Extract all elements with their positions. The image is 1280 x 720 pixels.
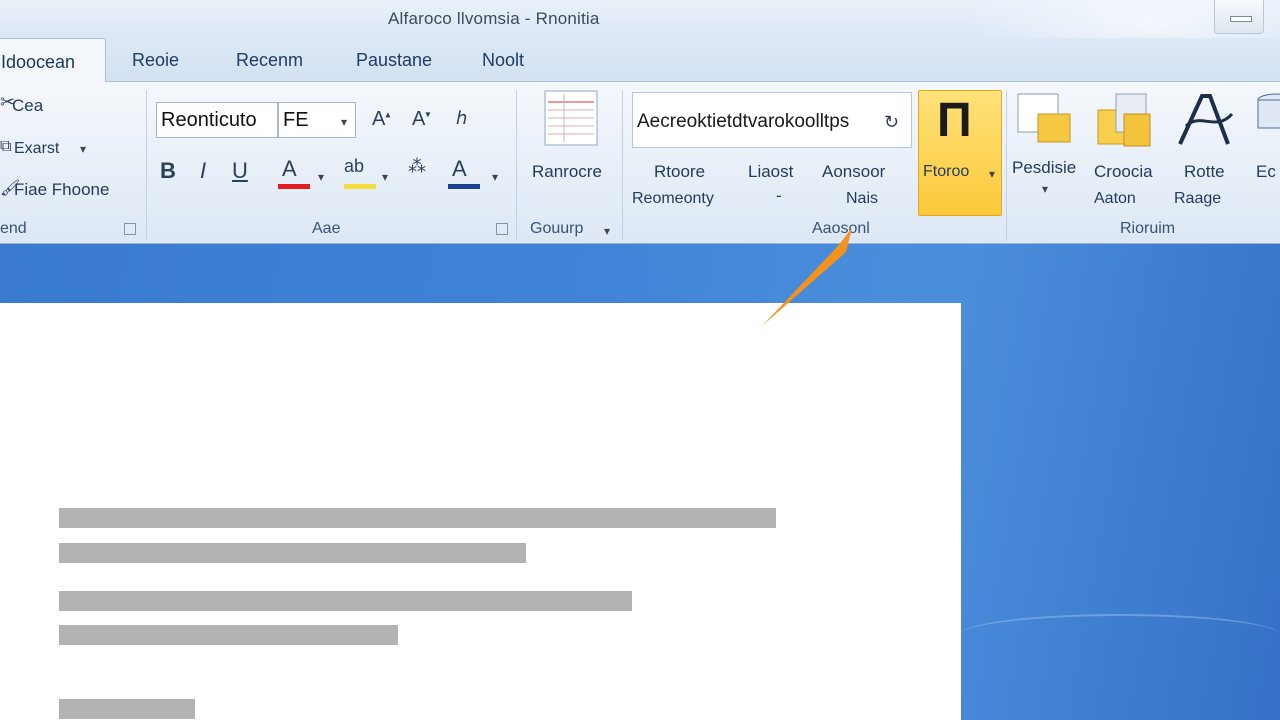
background-wave xyxy=(960,614,1280,656)
copy-button[interactable]: Exarst xyxy=(14,140,59,158)
underline-button[interactable]: U xyxy=(232,158,248,184)
paragraph-group-label: Gouurp xyxy=(530,220,584,237)
style-1-line1[interactable]: Rtoore xyxy=(654,162,705,182)
paragraph-button[interactable]: Ranrocre xyxy=(532,162,602,182)
copy-dropdown-icon[interactable]: ▾ xyxy=(80,142,86,156)
separator xyxy=(622,90,623,240)
gallery-scroll-icon[interactable]: ↻ xyxy=(884,112,899,133)
title-bar: Alfaroco llvomsia - Rnonitia xyxy=(0,0,1280,80)
styles-gallery[interactable]: Aecreoktietdtvarokoolltps xyxy=(632,92,912,148)
tab-5[interactable]: Noolt xyxy=(482,50,524,71)
separator xyxy=(146,90,147,240)
text-color-button[interactable]: A xyxy=(452,156,467,182)
clipboard-group-label: end xyxy=(0,220,27,237)
text-color-dropdown-icon[interactable]: ▾ xyxy=(492,170,498,184)
minimize-icon xyxy=(1230,16,1252,22)
font-size-dropdown-icon[interactable]: ▾ xyxy=(341,115,347,129)
document-text-line xyxy=(59,543,526,563)
italic-button[interactable]: I xyxy=(200,158,206,184)
tab-home[interactable]: Idoocean xyxy=(0,38,106,82)
highlight-color-bar xyxy=(344,184,376,189)
tab-4[interactable]: Paustane xyxy=(356,50,432,71)
active-style-dropdown-icon: ▾ xyxy=(989,167,996,181)
editing-btn-1-dropdown-icon[interactable]: ▾ xyxy=(1042,182,1048,196)
highlight-button[interactable]: ab xyxy=(344,156,364,177)
document-text-line xyxy=(59,699,195,719)
active-style-button[interactable]: Π Ftoroo ▾ xyxy=(918,90,1002,216)
font-launcher-icon[interactable] xyxy=(496,223,508,235)
font-size-value: FE xyxy=(283,109,309,131)
font-group-label: Aae xyxy=(312,220,341,237)
ribbon-tabs: Idoocean Reoie Recenm Paustane Noolt xyxy=(0,38,1280,82)
document-text-line xyxy=(59,591,632,611)
editing-btn-4[interactable]: Ec xyxy=(1256,162,1276,182)
active-style-label: Ftoroo xyxy=(923,163,970,180)
separator xyxy=(1006,90,1007,240)
style-1-line2[interactable]: Reomeonty xyxy=(632,190,714,208)
highlight-dropdown-icon[interactable]: ▾ xyxy=(382,170,388,184)
tab-2[interactable]: Reoie xyxy=(132,50,179,71)
paste-special-icon xyxy=(1017,93,1071,143)
font-size-input[interactable]: FE ▾ xyxy=(278,102,356,138)
editing-btn-2-line2[interactable]: Aaton xyxy=(1094,190,1136,208)
editing-btn-1[interactable]: Pesdisie xyxy=(1012,158,1076,178)
document-text-line xyxy=(59,508,776,528)
format-painter-button[interactable]: Fiae Fhoone xyxy=(14,180,109,200)
text-effects-icon[interactable]: ⁂ xyxy=(408,156,426,177)
paragraph-group-dropdown-icon[interactable]: ▾ xyxy=(604,224,610,238)
style-3-line1[interactable]: Aonsoor xyxy=(822,162,885,182)
cut-button[interactable]: Cea xyxy=(12,96,43,116)
styles-group-label: Aaosonl xyxy=(812,220,870,237)
pilcrow-icon: Π xyxy=(937,94,972,147)
window-title: Alfaroco llvomsia - Rnonitia xyxy=(388,9,600,28)
minimize-button[interactable] xyxy=(1214,0,1264,34)
style-3-line2[interactable]: Nais xyxy=(846,190,878,208)
create-action-icon xyxy=(1097,93,1151,147)
shrink-font-icon[interactable]: A▾ xyxy=(412,108,430,131)
font-color-bar xyxy=(278,184,310,189)
copy-icon: ⧉ xyxy=(0,138,12,155)
editing-group-label: Rioruim xyxy=(1120,220,1176,237)
editing-btn-3-line2[interactable]: Raage xyxy=(1174,190,1221,208)
tab-3[interactable]: Recenm xyxy=(236,50,303,71)
style-2-line1[interactable]: Liaost xyxy=(748,162,793,182)
style-2-line2: - xyxy=(776,186,782,205)
font-color-dropdown-icon[interactable]: ▾ xyxy=(318,170,324,184)
font-name-input[interactable]: Reonticuto xyxy=(156,102,278,138)
editing-btn-2-line1[interactable]: Croocia xyxy=(1094,162,1153,182)
ribbon: ✂ Cea ⧉ Exarst ▾ 🖌 Fiae Fhoone end Reont… xyxy=(0,82,1280,244)
table-icon xyxy=(544,90,598,146)
document-text-line xyxy=(59,625,398,645)
database-icon xyxy=(1257,93,1280,129)
editing-btn-3-line1[interactable]: Rotte xyxy=(1184,162,1225,182)
document-page[interactable] xyxy=(0,303,961,720)
text-color-bar xyxy=(448,184,480,189)
bold-button[interactable]: B xyxy=(160,158,176,184)
font-color-button[interactable]: A xyxy=(282,156,297,182)
separator xyxy=(516,90,517,240)
clipboard-launcher-icon[interactable] xyxy=(124,223,136,235)
grow-font-icon[interactable]: A▴ xyxy=(372,108,390,131)
clear-format-icon[interactable]: ℎ xyxy=(456,108,467,129)
text-art-icon xyxy=(1178,94,1234,145)
